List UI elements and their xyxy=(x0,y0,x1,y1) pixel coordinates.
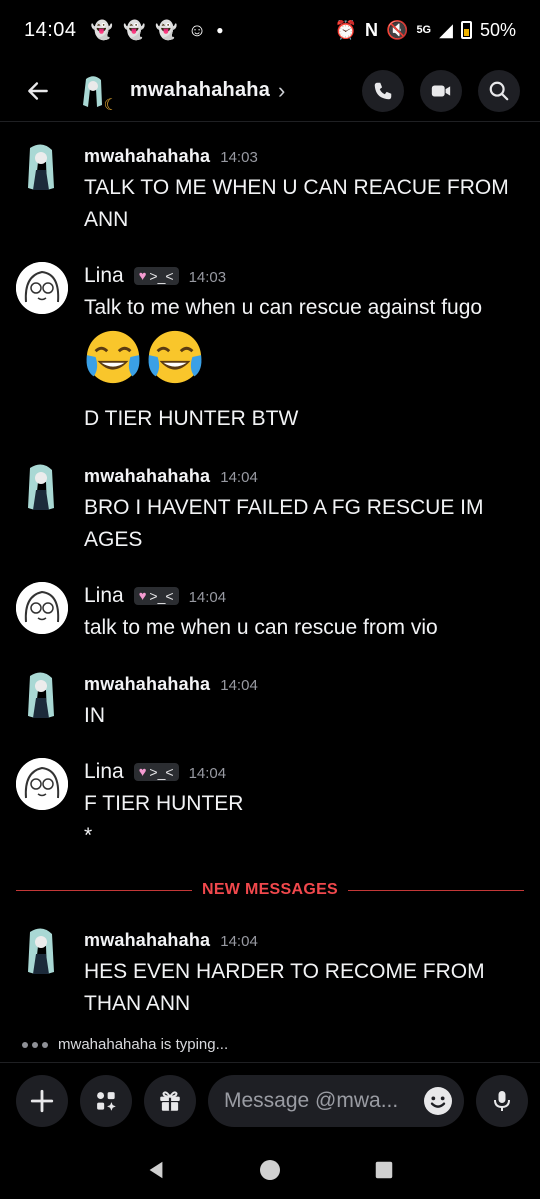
apps-button[interactable] xyxy=(80,1074,132,1127)
timestamp: 14:04 xyxy=(220,469,258,486)
system-nav-bar xyxy=(0,1140,540,1199)
new-messages-label: NEW MESSAGES xyxy=(201,881,339,898)
user-tag: ♥ >_< xyxy=(133,586,179,605)
nfc-icon: N xyxy=(365,19,379,40)
avatar-image xyxy=(28,672,54,718)
avatar-image xyxy=(16,758,68,810)
gift-button[interactable] xyxy=(144,1074,196,1127)
status-time: 14:04 xyxy=(24,18,77,41)
timestamp: 14:04 xyxy=(220,677,258,694)
header-username[interactable]: mwahahahaha xyxy=(130,79,270,102)
message-text: F TIER HUNTER xyxy=(84,792,244,815)
video-camera-icon xyxy=(431,85,451,96)
avatar-image xyxy=(28,928,54,974)
avatar[interactable] xyxy=(16,460,68,512)
message-text: BRO I HAVENT FAILED A FG RESCUE IM AGES xyxy=(84,496,484,551)
joy-emoji-icon xyxy=(148,330,202,384)
battery-icon xyxy=(460,21,472,39)
network-label: 5G xyxy=(416,24,432,36)
apps-icon xyxy=(97,1091,116,1111)
notification-icons: 👻 👻 👻 ☺ ● xyxy=(91,21,224,39)
timestamp: 14:04 xyxy=(188,589,227,606)
heart-icon: ♥ xyxy=(138,268,147,283)
avatar[interactable] xyxy=(16,924,68,976)
message-text: talk to me when u can rescue from vio xyxy=(84,616,438,639)
dot-icon: ● xyxy=(216,23,224,37)
message-text: TALK TO ME WHEN U CAN REACUE FROM ANN xyxy=(84,176,509,231)
avatar[interactable] xyxy=(16,758,68,810)
battery-percent: 50% xyxy=(479,19,516,40)
timestamp: 14:04 xyxy=(188,765,227,782)
user-tag: ♥ >_< xyxy=(133,266,179,285)
chevron-right-icon[interactable]: › xyxy=(278,78,285,104)
message-text: Talk to me when u can rescue against fug… xyxy=(84,296,483,319)
username[interactable]: Lina xyxy=(84,584,124,608)
snapchat-icon: 👻 xyxy=(90,20,113,40)
status-bar: 14:04 👻 👻 👻 ☺ ● ⏰ N 🔇 5G ◢ 50% xyxy=(0,0,540,60)
avatar[interactable] xyxy=(16,140,68,192)
nav-recents-icon[interactable] xyxy=(373,1159,395,1181)
typing-text: mwahahahaha is typing... xyxy=(58,1036,229,1053)
avatar-image xyxy=(28,144,54,190)
avatar-image xyxy=(16,582,68,634)
timestamp: 14:03 xyxy=(188,269,227,286)
microphone-icon xyxy=(494,1090,510,1111)
alarm-icon: ⏰ xyxy=(334,19,358,40)
avatar-image xyxy=(16,262,68,314)
username[interactable]: Lina xyxy=(84,264,124,288)
avatar[interactable] xyxy=(16,582,68,634)
message-composer xyxy=(0,1062,540,1138)
signal-icon: ◢ xyxy=(439,19,453,40)
divider-line xyxy=(16,889,192,891)
timestamp: 14:04 xyxy=(220,933,258,950)
typing-indicator: mwahahahaha is typing... xyxy=(22,1036,228,1053)
new-messages-divider: NEW MESSAGES xyxy=(16,878,524,902)
inbox-icon: ☺ xyxy=(187,20,207,40)
plus-icon xyxy=(30,1089,54,1112)
voice-message-button[interactable] xyxy=(476,1074,528,1127)
message-text: D TIER HUNTER BTW xyxy=(84,407,299,430)
chat-header: ☾ mwahahahaha › xyxy=(0,60,540,122)
divider-line xyxy=(348,889,524,891)
joy-emoji-icon xyxy=(86,330,140,384)
avatar[interactable] xyxy=(16,262,68,314)
nav-back-icon[interactable] xyxy=(145,1159,167,1181)
avatar-image xyxy=(28,464,54,510)
back-button[interactable] xyxy=(20,73,56,109)
message-input-container[interactable] xyxy=(208,1074,464,1127)
heart-icon: ♥ xyxy=(138,588,147,603)
snapchat-icon: 👻 xyxy=(122,20,146,40)
search-button[interactable] xyxy=(478,69,520,112)
message-text: * xyxy=(84,824,93,847)
nav-home-icon[interactable] xyxy=(258,1158,282,1182)
call-button[interactable] xyxy=(362,69,404,112)
username[interactable]: Lina xyxy=(84,760,124,784)
video-call-button[interactable] xyxy=(420,69,462,112)
add-attachment-button[interactable] xyxy=(16,1074,68,1127)
status-right: ⏰ N 🔇 5G ◢ 50% xyxy=(335,20,516,41)
timestamp: 14:03 xyxy=(220,149,258,166)
arrow-left-icon xyxy=(28,81,48,100)
typing-dots-icon xyxy=(22,1041,48,1048)
message-input[interactable] xyxy=(224,1088,404,1113)
message-text: IN xyxy=(84,704,105,727)
message-text: HES EVEN HARDER TO RECOME FROM THAN ANN xyxy=(84,960,485,1015)
username[interactable]: mwahahahaha xyxy=(84,930,210,951)
header-avatar[interactable]: ☾ xyxy=(74,70,118,114)
heart-icon: ♥ xyxy=(138,764,147,779)
username[interactable]: mwahahahaha xyxy=(84,674,210,695)
snapchat-icon: 👻 xyxy=(155,20,178,40)
gift-icon xyxy=(160,1090,180,1111)
phone-icon xyxy=(374,82,392,99)
emoji-icon[interactable] xyxy=(422,1085,454,1117)
avatar[interactable] xyxy=(16,668,68,720)
moon-status-icon: ☾ xyxy=(103,96,118,114)
username[interactable]: mwahahahaha xyxy=(84,466,210,487)
mute-icon: 🔇 xyxy=(386,19,409,40)
emoji-row xyxy=(84,328,514,390)
search-icon xyxy=(489,81,509,100)
username[interactable]: mwahahahaha xyxy=(84,146,210,167)
user-tag: ♥ >_< xyxy=(133,762,179,781)
